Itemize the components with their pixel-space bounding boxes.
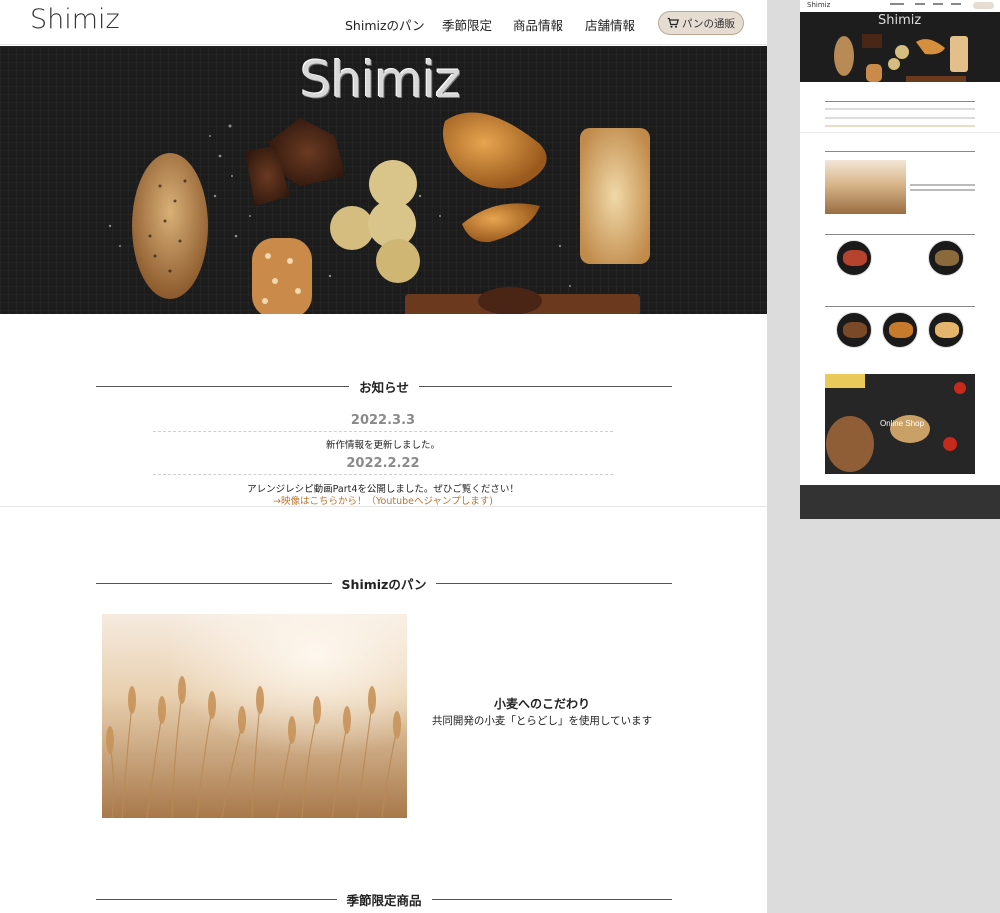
preview-product-circle: [836, 240, 872, 276]
nav-item-seasonal[interactable]: 季節限定: [442, 15, 492, 34]
preview-cart-button: [973, 2, 994, 9]
preview-product-circle: [882, 312, 918, 348]
preview-product-photo: [843, 322, 867, 338]
preview-text-line: [825, 108, 975, 110]
wheat-feature-text: 共同開発の小麦「とらどし」を使用しています: [431, 715, 653, 727]
seasonal-heading-text: 季節限定商品: [346, 893, 422, 908]
preview-product-circle: [836, 312, 872, 348]
preview-product-photo: [935, 250, 959, 266]
preview-nav-item: [915, 3, 925, 5]
bread-heading-text: Shimizのパン: [341, 577, 427, 592]
nav-item-products[interactable]: 商品情報: [513, 15, 563, 34]
online-shop-label: パンの通販: [681, 17, 736, 30]
preview-product-photo: [935, 322, 959, 338]
preview-heading-rule: [825, 234, 975, 235]
bread-heading: Shimizのパン: [96, 574, 672, 593]
online-shop-button[interactable]: パンの通販: [658, 11, 744, 35]
seasonal-heading: 季節限定商品: [96, 890, 673, 909]
preview-text-line: [825, 117, 975, 119]
preview-hero-title: Shimiz: [878, 13, 922, 28]
preview-nav-item: [951, 3, 961, 5]
heading-rule-right: [436, 583, 672, 584]
preview-heading-rule: [825, 306, 975, 307]
section-divider: [0, 506, 767, 507]
wheat-feature-title: 小麦へのこだわり: [493, 697, 590, 711]
news-separator: [153, 474, 613, 475]
hero-title: Shimiz: [300, 51, 461, 109]
preview-online-shop-banner: Online Shop: [825, 374, 975, 474]
preview-heading-rule: [825, 151, 975, 152]
preview-product-photo: [843, 250, 867, 266]
heading-rule-left: [96, 583, 332, 584]
preview-text-line: [910, 189, 975, 191]
preview-hero: Shimiz: [800, 12, 1000, 82]
heading-rule-left: [96, 386, 350, 387]
youtube-video-link[interactable]: →映像はこちらから！（Youtubeへジャンプします): [153, 493, 613, 507]
preview-text-line: [825, 125, 975, 127]
preview-wheat-image: [825, 160, 906, 214]
news-text: 新作情報を更新しました。: [325, 440, 440, 451]
news-date: 2022.3.3: [350, 413, 416, 428]
heading-rule-right: [418, 386, 673, 387]
preview-product-circle: [928, 312, 964, 348]
site-header: Shimiz Shimizのパン 季節限定 商品情報 店舗情報 パンの通販: [0, 0, 767, 45]
news-date: 2022.2.22: [346, 456, 420, 471]
news-separator: [153, 431, 613, 432]
preview-product-circle: [928, 240, 964, 276]
preview-nav-item: [933, 3, 943, 5]
hero-banner: Shimiz: [0, 46, 767, 314]
main-page: Shimiz Shimizのパン 季節限定 商品情報 店舗情報 パンの通販 Sh…: [0, 0, 767, 913]
news-heading-text: お知らせ: [359, 380, 409, 395]
wheat-field-image: [102, 614, 407, 818]
page-preview-thumbnail: Shimiz Shimiz Online Shop: [800, 0, 1000, 519]
preview-divider: [800, 132, 1000, 133]
news-heading: お知らせ: [96, 377, 673, 396]
heading-rule-right: [431, 899, 673, 900]
nav-item-stores[interactable]: 店舗情報: [585, 15, 635, 34]
preview-logo: Shimiz: [807, 1, 831, 9]
cart-icon: [667, 17, 679, 28]
preview-shop-label: Online Shop: [880, 419, 925, 428]
preview-footer: [800, 485, 1000, 519]
preview-header: Shimiz: [800, 0, 1000, 12]
nav-item-bread[interactable]: Shimizのパン: [345, 15, 425, 34]
preview-text-line: [910, 184, 975, 186]
preview-nav-item: [890, 3, 904, 5]
preview-heading-rule: [825, 101, 975, 102]
heading-rule-left: [96, 899, 337, 900]
site-logo[interactable]: Shimiz: [30, 4, 120, 35]
preview-product-photo: [889, 322, 913, 338]
